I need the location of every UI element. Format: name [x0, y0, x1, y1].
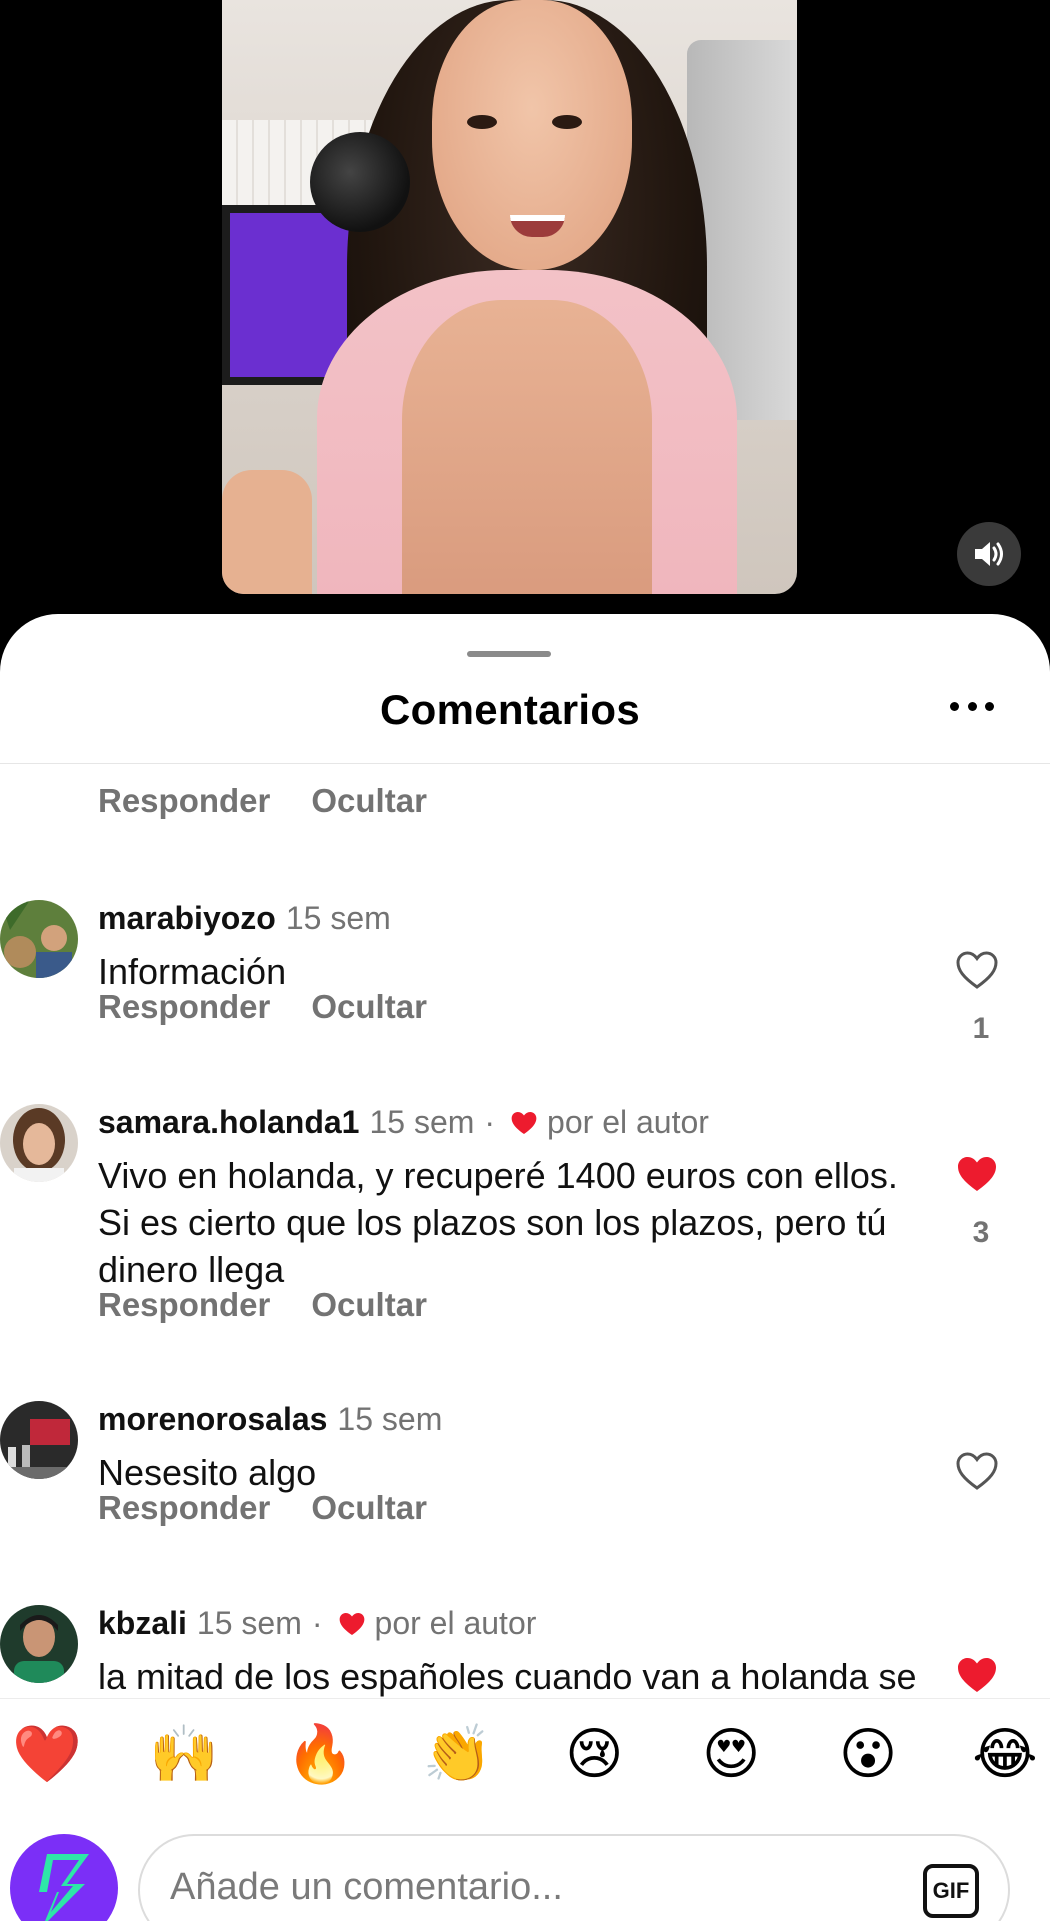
comments-list[interactable]: Responder Ocultar marabiyozo 15 sem Info… — [0, 764, 1050, 1849]
avatar[interactable] — [0, 1605, 78, 1683]
comment-meta: kbzali 15 sem · por el autor — [98, 1605, 536, 1642]
avatar-image — [0, 1104, 78, 1182]
like-count: 3 — [972, 1216, 990, 1249]
emoji-clap-button[interactable]: 👏 — [423, 1725, 493, 1782]
avatar[interactable] — [0, 1104, 78, 1182]
emoji-heart-button[interactable]: ❤️ — [12, 1725, 82, 1782]
comment-time: 15 sem — [369, 1104, 475, 1140]
sheet-title: Comentarios — [379, 686, 641, 733]
more-options-button[interactable] — [950, 702, 994, 714]
author-liked-badge: · por el autor — [302, 1605, 537, 1642]
avatar-image — [0, 1605, 78, 1683]
comment-username[interactable]: morenorosalas — [98, 1401, 327, 1438]
comment-composer: Añade un comentario... GIF — [0, 1812, 1050, 1921]
gif-button[interactable]: GIF — [923, 1864, 979, 1918]
video-person-skin — [402, 300, 652, 594]
speaker-icon — [975, 542, 1003, 566]
comment-text: Vivo en holanda, y recuperé 1400 euros c… — [98, 1155, 898, 1290]
comment-actions: Responder Ocultar — [98, 782, 427, 820]
like-button[interactable] — [955, 1154, 999, 1199]
like-count: 1 — [972, 1012, 990, 1045]
comment-meta: samara.holanda1 15 sem · por el autor — [98, 1104, 709, 1141]
emoji-laughing-button[interactable]: 😂 — [970, 1725, 1040, 1782]
comment-username[interactable]: marabiyozo — [98, 900, 276, 937]
heart-filled-icon — [339, 1612, 364, 1635]
comment-actions: Responder Ocultar — [98, 1286, 427, 1324]
reply-button[interactable]: Responder — [98, 1286, 270, 1324]
more-dot-icon — [985, 702, 994, 711]
emoji-reaction-bar: ❤️ 🙌 🔥 👏 😢 😍 😮 😂 — [0, 1698, 1050, 1808]
video-microphone — [310, 132, 410, 232]
avatar-image — [0, 1401, 78, 1479]
like-button[interactable] — [955, 1451, 999, 1496]
reply-button[interactable]: Responder — [98, 1489, 270, 1527]
comment-time: 15 sem — [285, 900, 391, 936]
comment-time: 15 sem — [337, 1401, 443, 1437]
author-liked-label: por el autor — [374, 1605, 537, 1641]
comment-input-placeholder: Añade un comentario... — [170, 1866, 563, 1908]
emoji-surprised-button[interactable]: 😮 — [833, 1725, 903, 1782]
video-person-eye-left — [467, 115, 497, 129]
reply-button[interactable]: Responder — [98, 782, 270, 820]
sound-toggle-button[interactable] — [957, 522, 1021, 586]
comment-username[interactable]: kbzali — [98, 1605, 187, 1642]
comment-actions: Responder Ocultar — [98, 1489, 427, 1527]
sheet-grabber[interactable] — [467, 651, 551, 657]
emoji-heart-eyes-button[interactable]: 😍 — [696, 1725, 766, 1782]
comment-actions: Responder Ocultar — [98, 988, 427, 1026]
comment-username[interactable]: samara.holanda1 — [98, 1104, 359, 1141]
hide-button[interactable]: Ocultar — [311, 782, 427, 820]
hide-button[interactable]: Ocultar — [311, 1489, 427, 1527]
lightning-logo-icon — [39, 1854, 89, 1921]
avatar-image — [0, 900, 78, 978]
avatar[interactable] — [0, 900, 78, 978]
avatar[interactable] — [0, 1401, 78, 1479]
comments-sheet: Comentarios Responder Ocultar marabiyozo… — [0, 614, 1050, 1921]
video-person-hand — [222, 470, 312, 594]
hide-button[interactable]: Ocultar — [311, 1286, 427, 1324]
comment-meta: morenorosalas 15 sem — [98, 1401, 442, 1438]
comment-time: 15 sem — [196, 1605, 302, 1641]
like-button[interactable] — [955, 1655, 999, 1700]
heart-outline-icon — [956, 1452, 998, 1490]
comment-meta: marabiyozo 15 sem — [98, 900, 391, 937]
video-player[interactable] — [222, 0, 797, 594]
video-person-eye-right — [552, 115, 582, 129]
video-area[interactable] — [0, 0, 1050, 620]
heart-filled-icon — [511, 1111, 537, 1134]
author-liked-badge: · por el autor — [474, 1104, 709, 1141]
author-dot: · — [311, 1605, 323, 1641]
author-liked-label: por el autor — [547, 1104, 709, 1140]
emoji-crying-button[interactable]: 😢 — [559, 1725, 629, 1782]
comment-input[interactable]: Añade un comentario... GIF — [138, 1834, 1010, 1921]
like-button[interactable] — [955, 950, 999, 995]
emoji-raised-hands-button[interactable]: 🙌 — [149, 1725, 219, 1782]
more-dot-icon — [967, 702, 977, 711]
hide-button[interactable]: Ocultar — [311, 988, 427, 1026]
emoji-fire-button[interactable]: 🔥 — [286, 1725, 356, 1782]
heart-filled-icon — [958, 1658, 996, 1692]
more-dot-icon — [950, 702, 959, 711]
current-user-avatar[interactable] — [10, 1834, 118, 1921]
author-dot: · — [484, 1104, 496, 1140]
heart-outline-icon — [956, 951, 998, 989]
reply-button[interactable]: Responder — [98, 988, 270, 1026]
heart-filled-icon — [958, 1157, 996, 1191]
